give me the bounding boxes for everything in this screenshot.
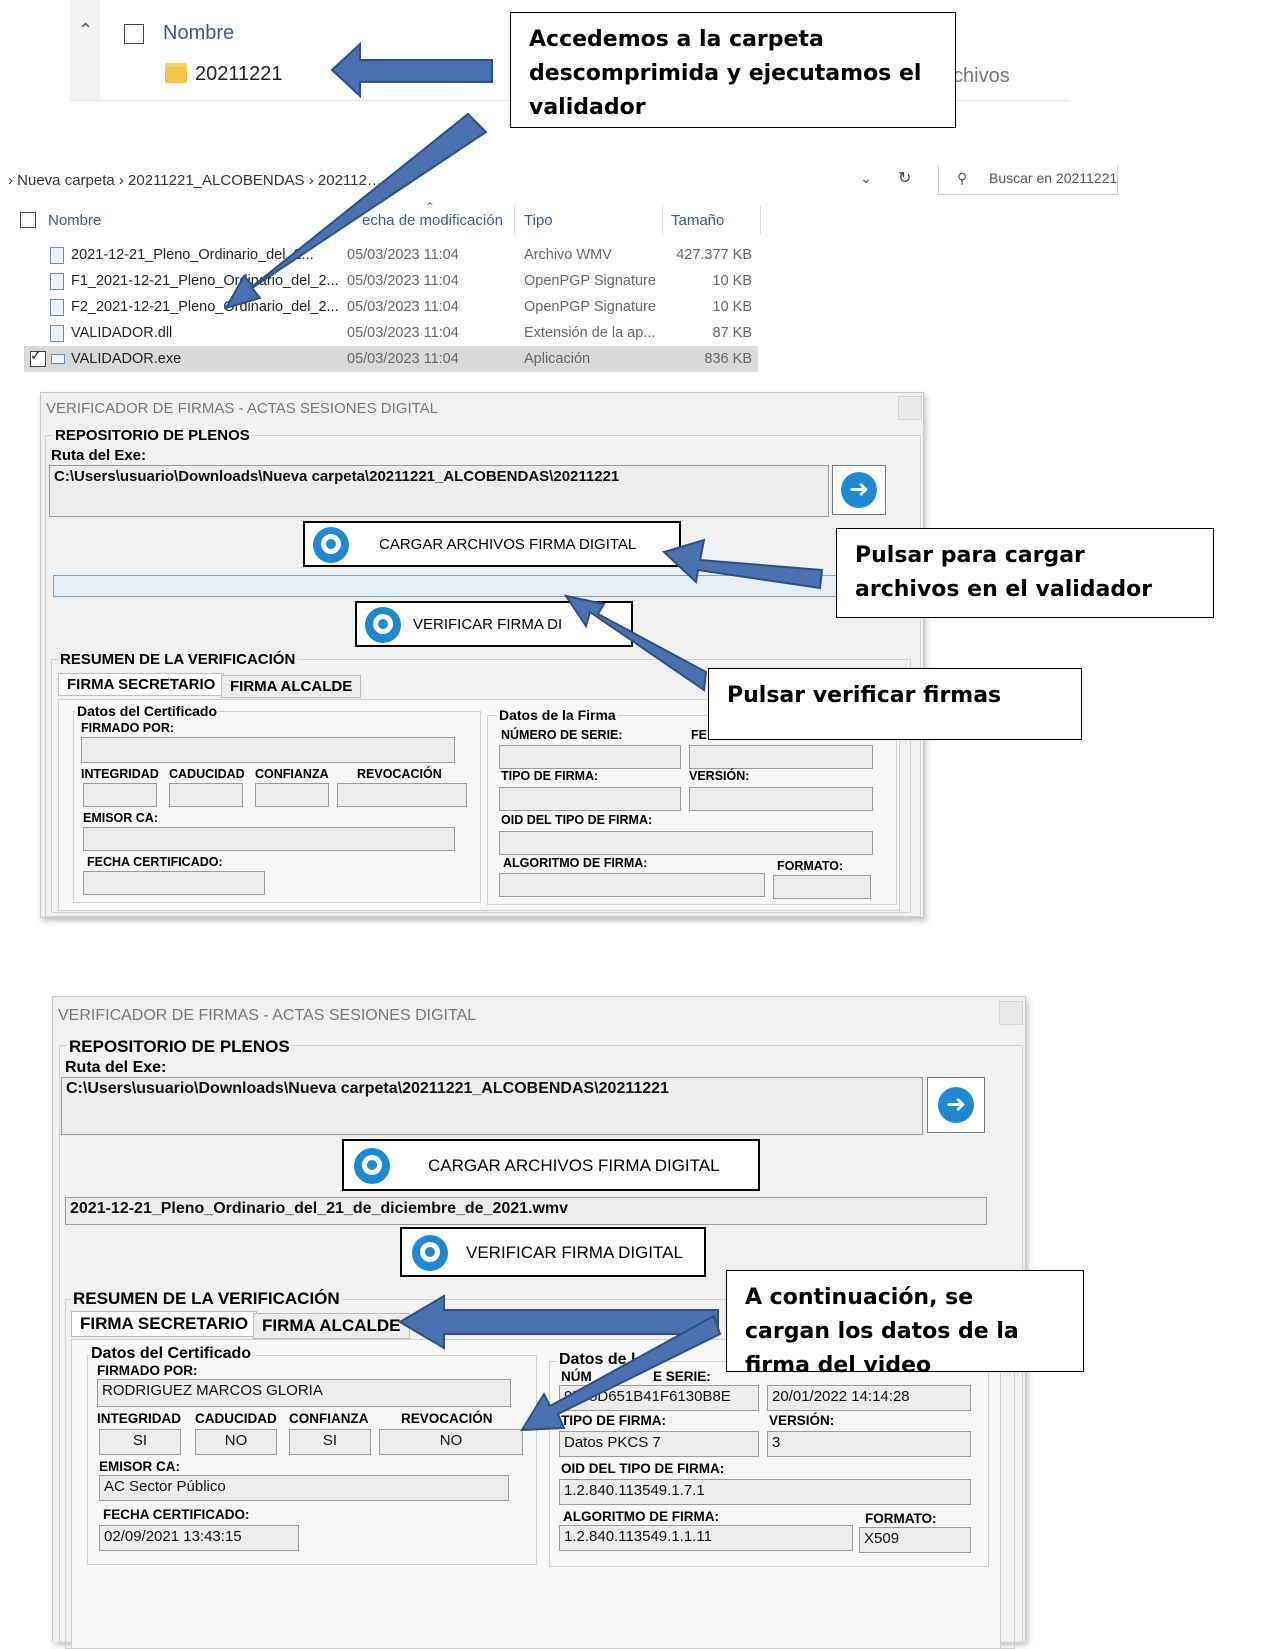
arrow-to-verify (563, 594, 708, 692)
arrow-to-folder (330, 41, 493, 99)
arrow-to-exe (223, 112, 488, 310)
arrow-to-load (662, 538, 824, 590)
annotation-arrows (223, 41, 824, 1432)
